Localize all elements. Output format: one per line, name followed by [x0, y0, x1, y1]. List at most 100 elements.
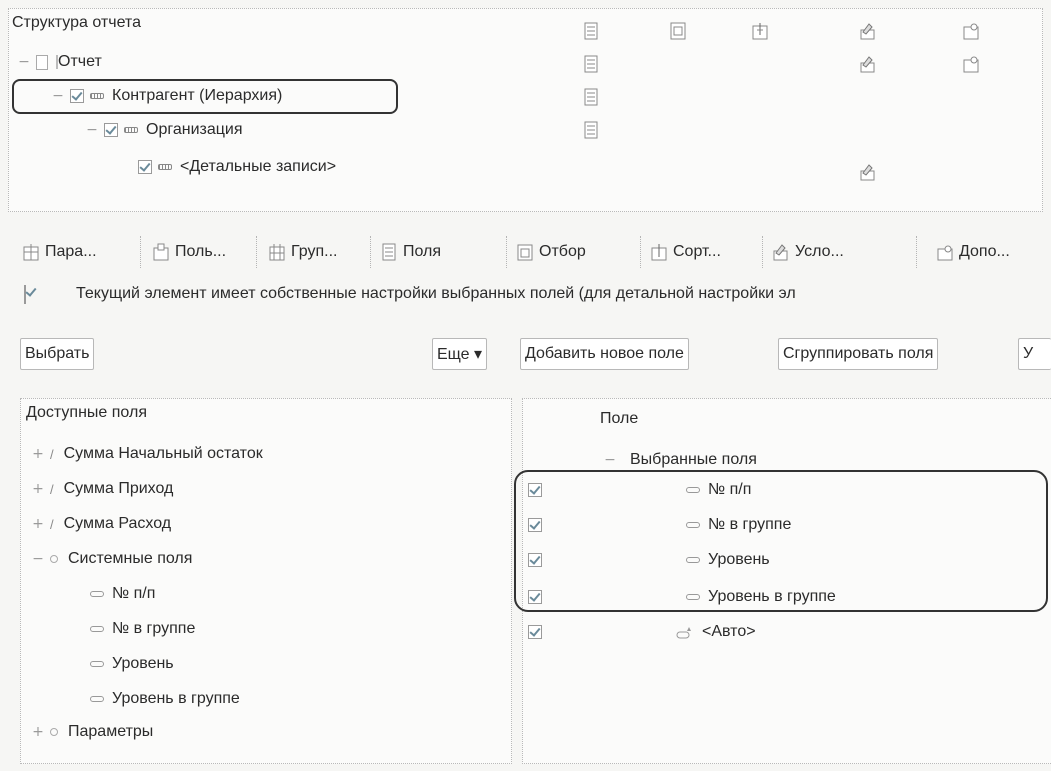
expand-toggle-icon[interactable]: +	[32, 516, 44, 532]
field-label: Сумма Начальный остаток	[63, 445, 263, 462]
available-field-row-number[interactable]: № п/п	[90, 582, 155, 606]
conditional-format-icon	[860, 23, 875, 40]
field-label: № п/п	[112, 585, 156, 602]
structure-item-checkbox[interactable]	[104, 123, 118, 137]
field-icon	[90, 661, 104, 667]
selected-field-auto[interactable]: <Авто>	[528, 620, 756, 644]
available-field-parameters[interactable]: + Параметры	[32, 720, 153, 744]
available-field-system-fields[interactable]: − Системные поля	[32, 547, 192, 571]
collapse-toggle-icon[interactable]: −	[32, 551, 44, 567]
field-checkbox[interactable]	[528, 625, 542, 639]
expand-toggle-icon[interactable]: +	[32, 724, 44, 740]
field-label: № п/п	[708, 481, 752, 498]
field-checkbox[interactable]	[528, 518, 542, 532]
sort-icon	[752, 23, 768, 40]
tab-label: Груп...	[291, 243, 338, 260]
auto-icon	[676, 627, 691, 639]
field-icon	[686, 522, 700, 528]
collapse-toggle-icon[interactable]: −	[18, 54, 30, 70]
selection-icon	[517, 244, 533, 261]
selected-fields-header: Поле	[600, 410, 639, 427]
selected-fields-panel	[522, 398, 1051, 764]
field-checkbox[interactable]	[528, 553, 542, 567]
structure-item-checkbox[interactable]	[138, 160, 152, 174]
truncated-button[interactable]: У	[1018, 338, 1051, 370]
tab-user-fields[interactable]: Поль...	[152, 236, 257, 268]
folder-icon	[50, 555, 58, 563]
field-label: Параметры	[68, 723, 154, 740]
tab-grouping[interactable]: Груп...	[268, 236, 371, 268]
field-label: Уровень в группе	[112, 690, 240, 707]
structure-item-label: Организация	[146, 121, 243, 138]
structure-item-label: <Детальные записи>	[180, 158, 337, 175]
group-fields-button[interactable]: Сгруппировать поля	[778, 338, 939, 370]
selected-fields-group[interactable]: − Выбранные поля	[604, 448, 757, 472]
user-fields-icon	[153, 243, 169, 261]
selected-field-level[interactable]: Уровень	[528, 548, 770, 572]
tab-label: Поля	[403, 243, 442, 260]
selected-field-number-in-group[interactable]: № в группе	[528, 513, 791, 537]
extra-settings-icon	[937, 245, 953, 261]
tab-filter[interactable]: Отбор	[516, 236, 641, 268]
tab-conditional-format[interactable]: Усло...	[772, 236, 917, 268]
grouping-icon	[269, 244, 285, 261]
structure-item-detail-records[interactable]: <Детальные записи>	[138, 155, 336, 179]
tab-sort[interactable]: Сорт...	[650, 236, 763, 268]
more-button[interactable]: Еще ▾	[432, 338, 488, 370]
collapse-toggle-icon[interactable]: −	[52, 88, 64, 104]
fields-icon	[584, 88, 598, 106]
structure-item-organization[interactable]: − Организация	[86, 118, 243, 142]
field-label: Сумма Расход	[63, 515, 172, 532]
available-field-expense[interactable]: + / Сумма Расход	[32, 512, 171, 536]
structure-item-counterparty[interactable]: − Контрагент (Иерархия)	[52, 84, 282, 108]
collapse-toggle-icon[interactable]: −	[604, 452, 616, 468]
attribute-icon: /	[50, 446, 54, 462]
structure-item-checkbox[interactable]	[70, 89, 84, 103]
field-checkbox[interactable]	[528, 483, 542, 497]
available-field-opening-balance[interactable]: + / Сумма Начальный остаток	[32, 442, 263, 466]
select-button[interactable]: Выбрать	[20, 338, 95, 370]
attribute-icon: /	[50, 481, 54, 497]
tab-label: Сорт...	[673, 243, 721, 260]
tab-label: Допо...	[959, 243, 1010, 260]
field-icon	[90, 591, 104, 597]
own-settings-checkbox[interactable]	[24, 285, 26, 304]
expand-toggle-icon[interactable]: +	[32, 481, 44, 497]
tab-label: Пара...	[45, 243, 97, 260]
available-field-number-in-group[interactable]: № в группе	[90, 617, 195, 641]
expand-toggle-icon[interactable]: +	[32, 446, 44, 462]
field-label: Уровень	[708, 551, 770, 568]
fields-icon	[584, 22, 598, 40]
structure-item-label: Контрагент (Иерархия)	[112, 87, 283, 104]
tab-fields[interactable]: Поля	[380, 236, 507, 268]
field-checkbox[interactable]	[528, 590, 542, 604]
conditional-format-icon	[773, 244, 788, 261]
available-field-level[interactable]: Уровень	[90, 652, 174, 676]
field-label: № в группе	[708, 516, 792, 533]
group-label: Выбранные поля	[630, 451, 757, 468]
collapse-toggle-icon[interactable]: −	[86, 122, 98, 138]
group-icon	[90, 93, 104, 99]
conditional-format-icon	[860, 56, 875, 73]
available-field-income[interactable]: + / Сумма Приход	[32, 477, 173, 501]
extra-settings-icon	[963, 23, 979, 40]
tab-parameters[interactable]: Пара...	[22, 236, 141, 268]
selection-icon	[670, 22, 686, 40]
fields-icon	[584, 121, 598, 139]
tab-label: Усло...	[795, 243, 844, 260]
report-icon	[36, 54, 48, 70]
structure-item-report[interactable]: − Отчет	[18, 50, 102, 74]
sort-icon	[651, 244, 667, 261]
selected-field-level-in-group[interactable]: Уровень в группе	[528, 585, 836, 609]
add-field-button[interactable]: Добавить новое поле	[520, 338, 689, 370]
attribute-icon: /	[50, 516, 54, 532]
field-label: Системные поля	[68, 550, 193, 567]
available-field-level-in-group[interactable]: Уровень в группе	[90, 687, 240, 711]
tab-label: Поль...	[175, 243, 227, 260]
tab-label: Отбор	[539, 243, 586, 260]
selected-field-row-number[interactable]: № п/п	[528, 478, 751, 502]
report-structure-title: Структура отчета	[12, 14, 141, 31]
tab-extra-settings[interactable]: Допо...	[936, 236, 1046, 268]
field-icon	[686, 594, 700, 600]
structure-item-label: Отчет	[58, 53, 102, 70]
